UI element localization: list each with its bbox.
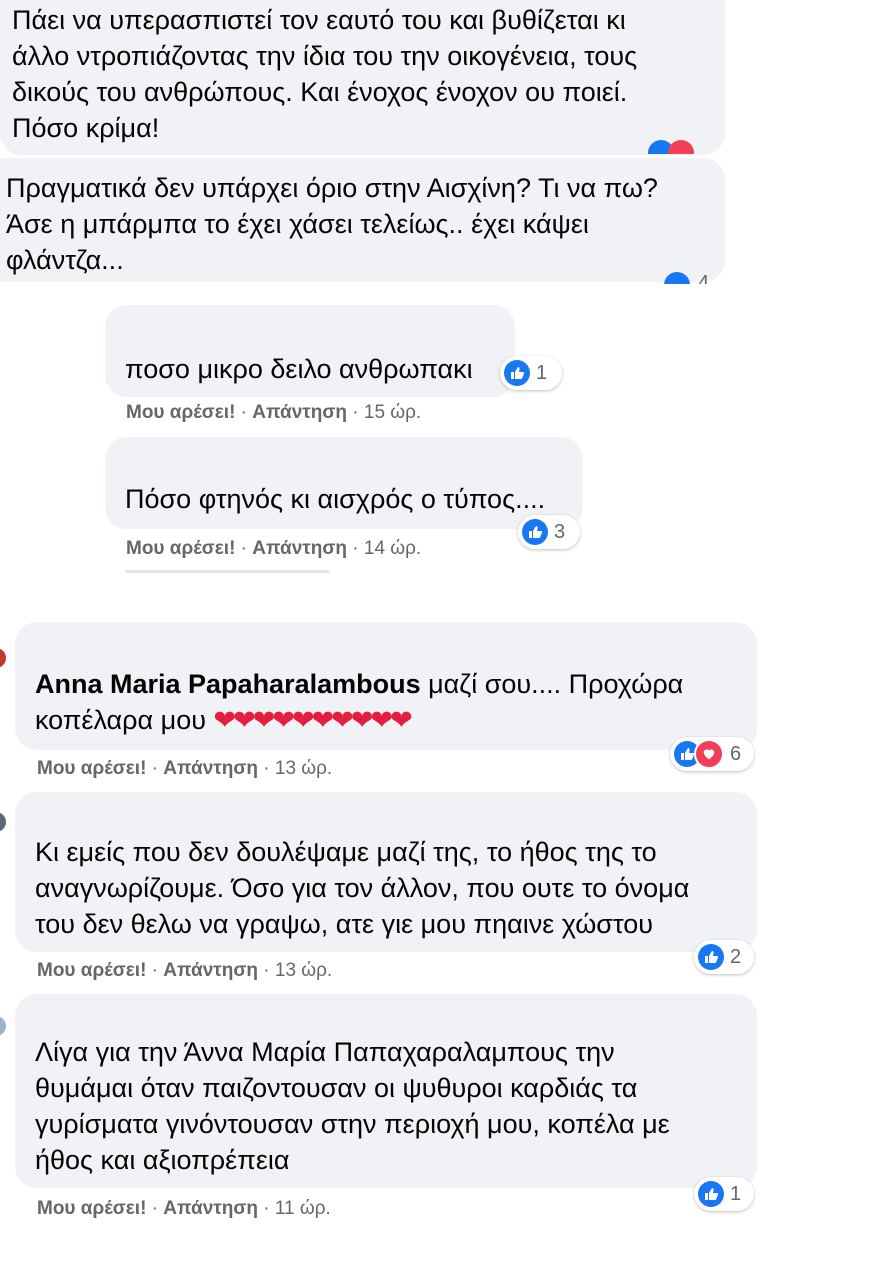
reply-bubble-2: Πόσο φτηνός κι αισχρός ο τύπος....	[105, 437, 583, 529]
like-link[interactable]: Μου αρέσει!	[126, 538, 235, 559]
comment-text: Κι εμείς που δεν δουλέψαμε μαζί της, το …	[35, 837, 690, 939]
comment-bubble-1: Πάει να υπερασπιστεί τον εαυτό του και β…	[0, 0, 725, 155]
reaction-badge[interactable]: 3	[518, 515, 580, 549]
reply-link[interactable]: Απάντηση	[163, 960, 258, 981]
comment-bubble-4: Κι εμείς που δεν δουλέψαμε μαζί της, το …	[15, 792, 757, 952]
comment-actions: Μου αρέσει! · Απάντηση · 14 ώρ.	[126, 538, 422, 559]
like-icon	[522, 519, 548, 545]
reaction-count: 2	[730, 945, 742, 968]
comment-text: Πάει να υπερασπιστεί τον εαυτό του και β…	[12, 5, 638, 143]
comment-text: ποσο μικρο δειλο ανθρωπακι	[125, 354, 473, 384]
like-link[interactable]: Μου αρέσει!	[37, 960, 146, 981]
comment-text: Anna Maria Papaharalambous μαζί σου.... …	[35, 669, 684, 735]
reaction-count: 6	[730, 742, 742, 765]
comment-actions: Μου αρέσει! · Απάντηση · 13 ώρ.	[37, 758, 333, 779]
comment-text: Πόσο φτηνός κι αισχρός ο τύπος....	[125, 484, 546, 514]
reply-link[interactable]: Απάντηση	[163, 1198, 258, 1219]
reaction-badge[interactable]: 1	[694, 1177, 754, 1211]
comment-bubble-2: Πραγματικά δεν υπάρχει όριο στην Αισχίνη…	[0, 158, 725, 282]
love-icon	[694, 739, 724, 769]
reaction-count: 3	[554, 520, 566, 543]
like-icon	[504, 360, 530, 386]
like-icon	[698, 1181, 724, 1207]
comment-actions: Μου αρέσει! · Απάντηση · 15 ώρ.	[126, 402, 422, 423]
heart-emojis: ❤❤❤❤❤❤❤❤❤❤	[213, 705, 412, 735]
redacted-author	[25, 632, 260, 660]
comment-actions: Μου αρέσει! · Απάντηση · 13 ώρ.	[37, 960, 333, 981]
redacted-author	[27, 1004, 297, 1030]
avatar[interactable]	[0, 812, 6, 832]
reply-link[interactable]: Απάντηση	[163, 758, 258, 779]
comment-text: Λίγα για την Άννα Μαρία Παπαχαραλαμπους …	[35, 1037, 670, 1175]
mention-link[interactable]: Anna Maria Papaharalambous	[35, 669, 421, 699]
reaction-count: 1	[536, 361, 548, 384]
redacted-author	[117, 315, 282, 337]
comment-bubble-3: Anna Maria Papaharalambous μαζί σου.... …	[15, 622, 757, 750]
reaction-count: 1	[730, 1182, 742, 1205]
comment-actions: Μου αρέσει! · Απάντηση · 11 ώρ.	[37, 1198, 331, 1219]
redacted-author	[115, 453, 305, 471]
avatar[interactable]	[0, 648, 6, 668]
reply-bubble-1: ποσο μικρο δειλο ανθρωπακι	[105, 305, 515, 397]
like-icon	[698, 944, 724, 970]
timestamp[interactable]: 13 ώρ.	[275, 758, 332, 779]
reaction-badge[interactable]: 1	[500, 356, 562, 390]
hidden-reply-edge	[125, 570, 330, 573]
timestamp[interactable]: 11 ώρ.	[275, 1198, 331, 1219]
like-link[interactable]: Μου αρέσει!	[37, 1198, 146, 1219]
redacted-author	[25, 804, 275, 828]
timestamp[interactable]: 14 ώρ.	[364, 538, 421, 559]
reaction-badge[interactable]: 2	[694, 940, 754, 974]
like-link[interactable]: Μου αρέσει!	[37, 758, 146, 779]
comment-bubble-5: Λίγα για την Άννα Μαρία Παπαχαραλαμπους …	[15, 994, 757, 1188]
reaction-badge[interactable]: 6	[670, 737, 754, 771]
timestamp[interactable]: 15 ώρ.	[364, 402, 421, 423]
avatar[interactable]	[0, 1016, 6, 1036]
reaction-icons[interactable]	[648, 140, 708, 154]
reply-link[interactable]: Απάντηση	[252, 402, 347, 423]
comment-text: Πραγματικά δεν υπάρχει όριο στην Αισχίνη…	[6, 173, 658, 275]
redaction-strip	[0, 284, 740, 296]
like-link[interactable]: Μου αρέσει!	[126, 402, 235, 423]
timestamp[interactable]: 13 ώρ.	[275, 960, 332, 981]
reply-link[interactable]: Απάντηση	[252, 538, 347, 559]
